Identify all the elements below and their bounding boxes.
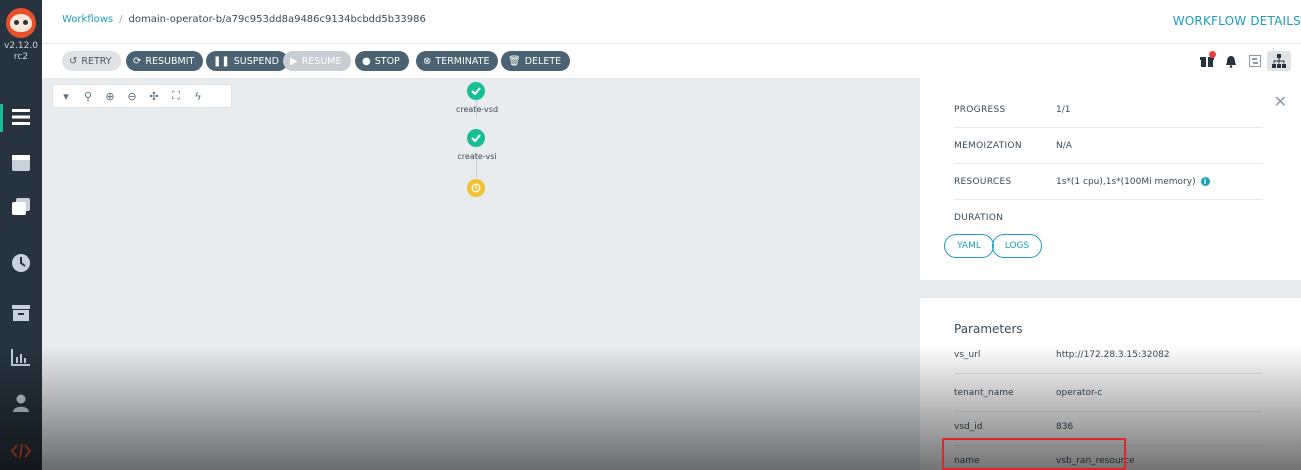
action-toolbar: ↺ RETRY ⟳ RESUBMIT ❚❚ SUSPEND ▶ RESUME ● STOP… [42,44,1301,78]
reports-chart-icon[interactable] [10,346,32,368]
argo-logo-icon[interactable] [6,8,36,38]
graph-node-label: create-vsd [455,105,499,114]
highlight-box [942,438,1126,470]
terminate-icon: ⊗ [423,55,432,67]
graph-node-label: create-vsi [457,152,497,161]
node-details-panel: ✕ PROGRESS 1/1 MEMOIZATION N/A RESOURCES… [920,78,1301,280]
memoization-row: MEMOIZATION N/A [954,128,1263,164]
layout-icon[interactable]: ⚲ [81,90,95,103]
gift-icon[interactable] [1195,51,1219,71]
zoom-in-icon[interactable]: ⊕ [103,90,117,103]
graph-node-pending[interactable] [467,179,485,197]
pause-icon: ❚❚ [213,55,230,67]
page-title: WORKFLOW DETAILS [1172,14,1301,28]
stop-button[interactable]: ● STOP [355,51,409,71]
trash-icon: 🗑 [508,55,521,67]
templates-icon[interactable] [10,152,32,174]
info-icon[interactable]: i [1200,177,1210,186]
stop-icon: ● [362,55,371,67]
duration-row: DURATION [954,213,1004,223]
sidebar: v2.12.0 rc2 [0,0,42,470]
resubmit-icon: ⟳ [133,55,142,67]
active-indicator [0,104,3,132]
clock-icon[interactable] [10,252,32,274]
delete-button[interactable]: 🗑 DELETE [501,51,571,71]
parameter-row: vs_url http://172.28.3.15:32082 [954,336,1263,374]
close-icon[interactable]: ✕ [1274,92,1287,111]
top-header: Workflows / domain-operator-b/a79c953dd8a9… [42,0,1301,44]
resume-button[interactable]: ▶ RESUME [283,51,351,71]
workflows-list-icon[interactable] [10,106,32,128]
logs-button[interactable]: LOGS [992,234,1042,258]
retry-button[interactable]: ↺ RETRY [62,51,121,71]
graph-node-create-vsd[interactable] [467,82,485,100]
code-icon[interactable] [10,440,32,462]
cluster-templates-icon[interactable] [10,196,32,218]
parameters-title: Parameters [954,322,1023,336]
progress-row: PROGRESS 1/1 [954,92,1263,128]
play-icon: ▶ [290,55,298,67]
fit-icon[interactable]: ✣ [147,90,161,103]
zoom-out-icon[interactable]: ⊖ [125,90,139,103]
timeline-view-icon[interactable] [1243,51,1267,71]
bell-icon[interactable] [1219,51,1243,71]
workflow-graph[interactable]: ▾ ⚲ ⊕ ⊖ ✣ ⛶ ϟ create-vsd create-vsi [42,78,920,470]
view-switcher [1195,51,1291,71]
breadcrumb-separator: / [119,14,123,25]
breadcrumb-current: domain-operator-b/a79c953dd8a9486c9134bc… [128,14,426,25]
parameter-row: tenant_name operator-c [954,374,1263,412]
terminate-button[interactable]: ⊗ TERMINATE [416,51,499,71]
filter-icon[interactable]: ▾ [59,90,73,103]
breadcrumb: Workflows / domain-operator-b/a79c953dd8a9… [62,14,426,25]
lightning-icon[interactable]: ϟ [191,90,205,103]
resources-row: RESOURCES 1s*(1 cpu),1s*(100Mi memory) i [954,164,1263,200]
notification-dot-icon [1209,51,1216,58]
graph-toolbar: ▾ ⚲ ⊕ ⊖ ✣ ⛶ ϟ [52,84,232,108]
graph-node-create-vsi[interactable] [467,129,485,147]
user-icon[interactable] [10,392,32,414]
suspend-button[interactable]: ❚❚ SUSPEND [206,51,288,71]
graph-view-icon[interactable] [1267,51,1291,71]
resubmit-button[interactable]: ⟳ RESUBMIT [126,51,204,71]
archive-icon[interactable] [10,302,32,324]
breadcrumb-workflows-link[interactable]: Workflows [62,14,113,25]
retry-icon: ↺ [69,55,78,67]
fullscreen-icon[interactable]: ⛶ [169,89,183,103]
yaml-button[interactable]: YAML [944,234,994,258]
version-label: v2.12.0 rc2 [4,41,38,62]
